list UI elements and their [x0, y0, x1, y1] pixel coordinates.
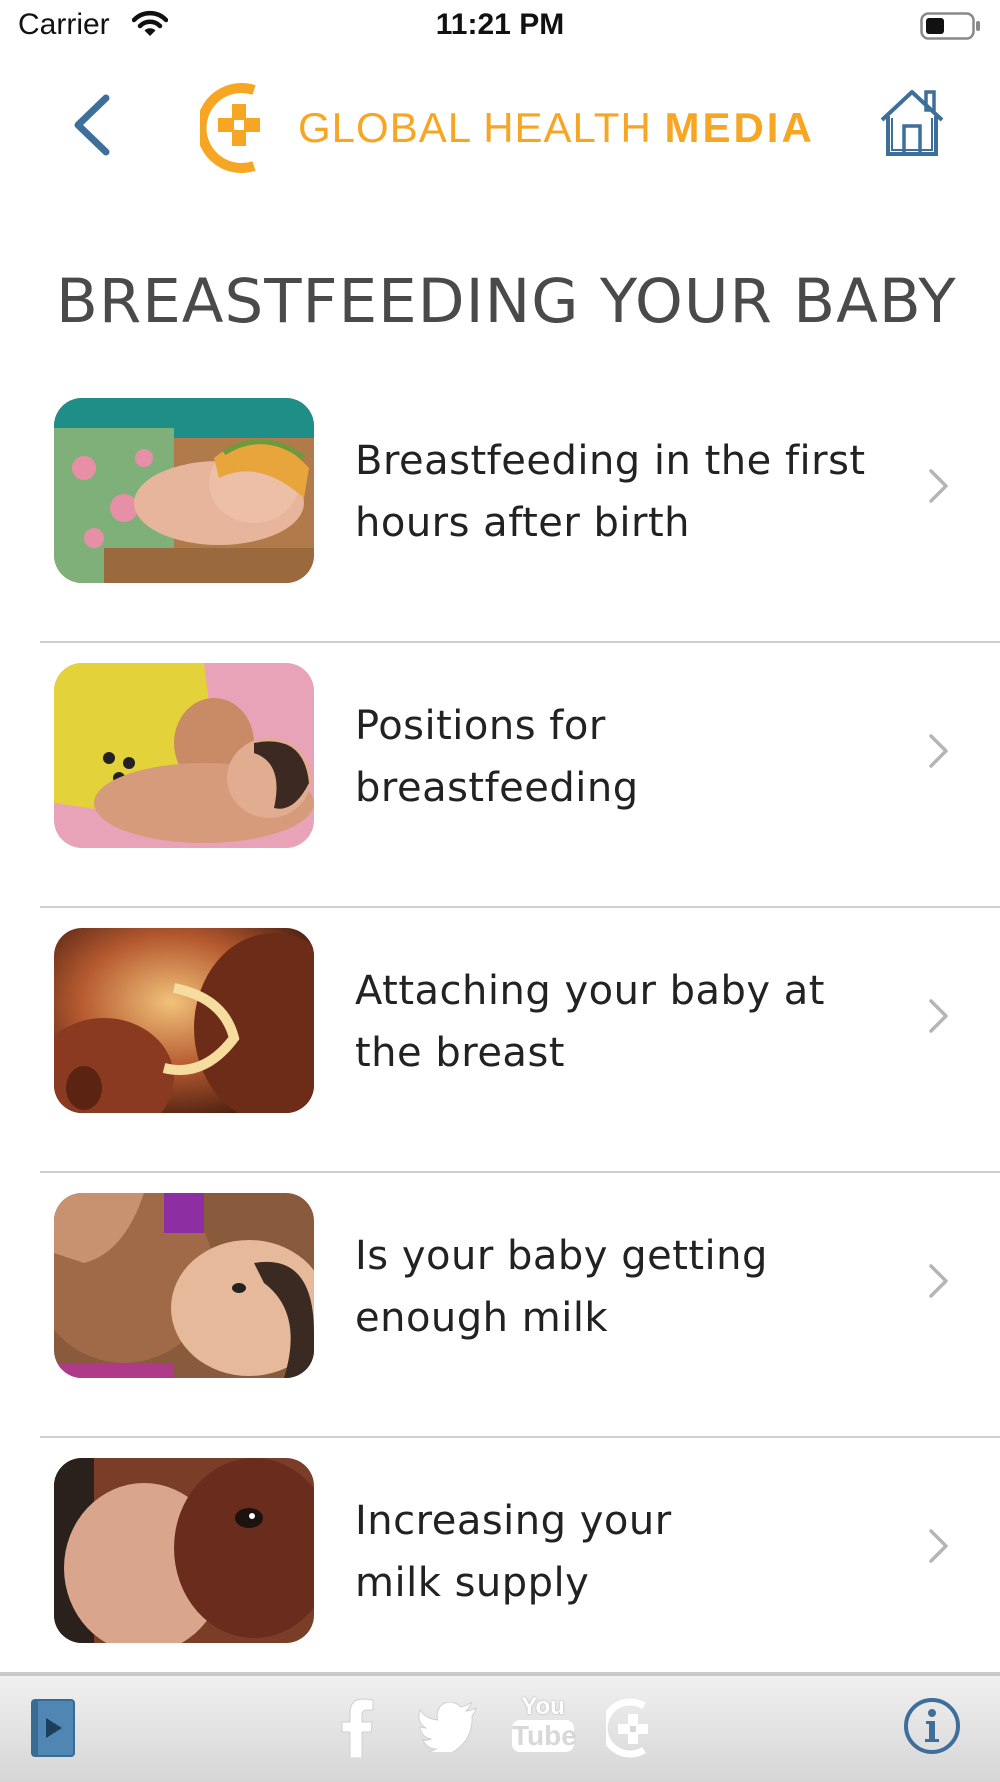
chevron-right-icon: [929, 1529, 948, 1563]
newborn-on-chest-photo: [54, 398, 314, 583]
status-bar: Carrier 11:21 PM: [0, 0, 1000, 56]
chevron-left-icon: [74, 94, 110, 156]
youtube-icon[interactable]: You Tube: [512, 1693, 577, 1752]
video-list: Breastfeeding in the first hours after b…: [0, 378, 1000, 1703]
status-time: 11:21 PM: [435, 8, 565, 41]
item-title-line1: Positions for: [355, 703, 606, 749]
bottom-toolbar: You Tube: [0, 1672, 1000, 1782]
item-title-line1: Breastfeeding in the first: [355, 438, 866, 484]
chevron-right-icon: [929, 1264, 948, 1298]
attachment-illustration-photo: [54, 928, 314, 1113]
video-library-icon[interactable]: [30, 1698, 76, 1762]
baby-closeup-photo: [54, 1458, 314, 1643]
baby-feeding-photo: [54, 1193, 314, 1378]
info-icon[interactable]: [902, 1696, 962, 1760]
list-item[interactable]: Positions for breastfeeding: [0, 643, 1000, 908]
item-title-line2: enough milk: [355, 1295, 609, 1341]
item-title-line2: the breast: [355, 1030, 565, 1076]
back-button[interactable]: [62, 90, 122, 160]
item-title-line1: Is your baby getting: [355, 1233, 768, 1279]
global-health-media-icon[interactable]: [600, 1698, 656, 1762]
chevron-right-icon: [929, 734, 948, 768]
chevron-right-icon: [929, 999, 948, 1033]
global-health-media-logo: GLOBAL HEALTH MEDIA: [200, 78, 815, 178]
battery-icon: [920, 12, 982, 44]
logo-text-regular: GLOBAL HEALTH: [298, 104, 665, 151]
item-title-line1: Increasing your: [355, 1498, 672, 1544]
logo-text-bold: MEDIA: [664, 104, 815, 151]
item-title-line2: hours after birth: [355, 500, 691, 546]
item-title-line2: breastfeeding: [355, 765, 639, 811]
twitter-icon[interactable]: [417, 1700, 478, 1757]
list-item[interactable]: Breastfeeding in the first hours after b…: [0, 378, 1000, 643]
page-title: BREASTFEEDING YOUR BABY: [56, 265, 957, 337]
home-button[interactable]: [876, 84, 948, 160]
chevron-right-icon: [929, 469, 948, 503]
youtube-top-text: You: [521, 1693, 565, 1720]
list-item[interactable]: Increasing your milk supply: [0, 1438, 1000, 1703]
logo-cross-icon: [200, 83, 260, 173]
home-icon: [880, 90, 944, 156]
list-item[interactable]: Is your baby getting enough milk: [0, 1173, 1000, 1438]
item-title-line2: milk supply: [355, 1560, 590, 1606]
nav-bar: GLOBAL HEALTH MEDIA: [0, 60, 1000, 190]
facebook-icon[interactable]: [340, 1698, 374, 1762]
item-title-line1: Attaching your baby at: [355, 968, 825, 1014]
list-item[interactable]: Attaching your baby at the breast: [0, 908, 1000, 1173]
breastfeeding-position-photo: [54, 663, 314, 848]
youtube-bottom-text: Tube: [512, 1720, 577, 1752]
